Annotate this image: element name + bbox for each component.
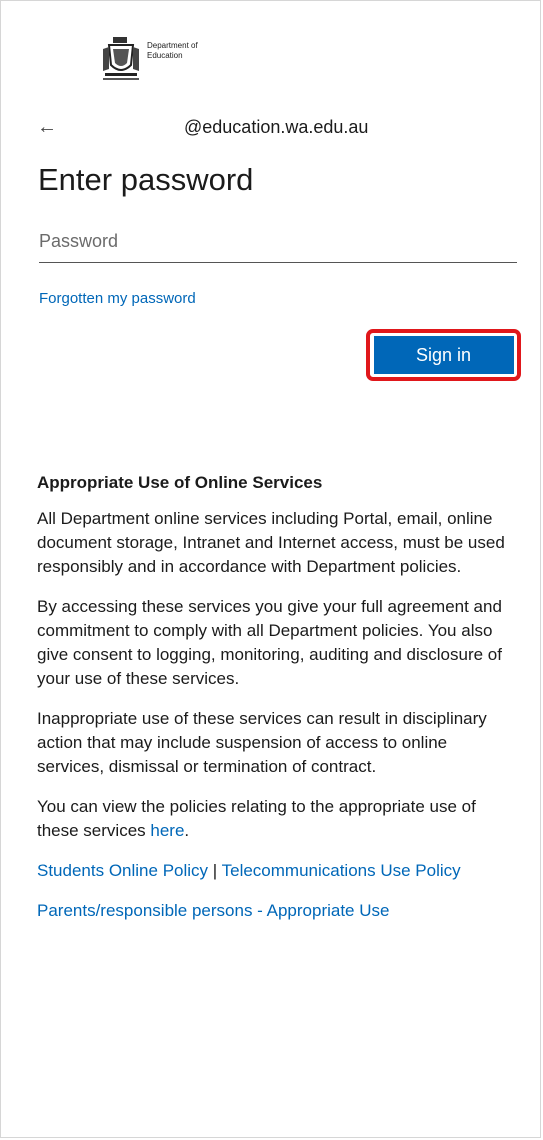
identity-email: @education.wa.edu.au <box>184 117 369 137</box>
sign-in-page: Department of Education ← @education.wa.… <box>0 0 541 1138</box>
aup-paragraph-1: All Department online services including… <box>37 509 505 576</box>
sign-in-button-highlight: Sign in <box>366 329 521 381</box>
telecommunications-use-policy-link[interactable]: Telecommunications Use Policy <box>222 861 461 880</box>
aup-paragraph-4-text: You can view the policies relating to th… <box>37 797 476 840</box>
aup-paragraph-3: Inappropriate use of these services can … <box>37 709 487 776</box>
forgot-password-link[interactable]: Forgotten my password <box>39 289 196 309</box>
policy-links: Students Online Policy | Telecommunicati… <box>37 859 517 883</box>
aup-paragraph-4: You can view the policies relating to th… <box>37 795 517 843</box>
department-logo: Department of Education <box>101 35 221 91</box>
page-title: Enter password <box>38 162 254 197</box>
sign-in-button[interactable]: Sign in <box>373 336 514 374</box>
logo-text-line2: Education <box>147 51 183 60</box>
aup-heading: Appropriate Use of Online Services <box>37 473 323 492</box>
policies-here-link[interactable]: here <box>150 821 184 840</box>
identity-banner: ← @education.wa.edu.au <box>37 114 517 140</box>
policy-links-separator: | <box>208 861 222 880</box>
parents-appropriate-use-link[interactable]: Parents/responsible persons - Appropriat… <box>37 901 389 920</box>
logo-text: Department of Education <box>147 41 198 61</box>
arrow-left-icon[interactable]: ← <box>37 114 63 140</box>
aup-paragraph-2: By accessing these services you give you… <box>37 597 502 688</box>
logo-text-line1: Department of <box>147 41 198 50</box>
students-online-policy-link[interactable]: Students Online Policy <box>37 861 208 880</box>
appropriate-use-section: Appropriate Use of Online Services All D… <box>37 471 517 939</box>
coat-of-arms-icon <box>103 37 139 80</box>
parents-link-row: Parents/responsible persons - Appropriat… <box>37 899 517 923</box>
password-input[interactable] <box>39 225 517 263</box>
aup-paragraph-4-period: . <box>184 821 190 840</box>
